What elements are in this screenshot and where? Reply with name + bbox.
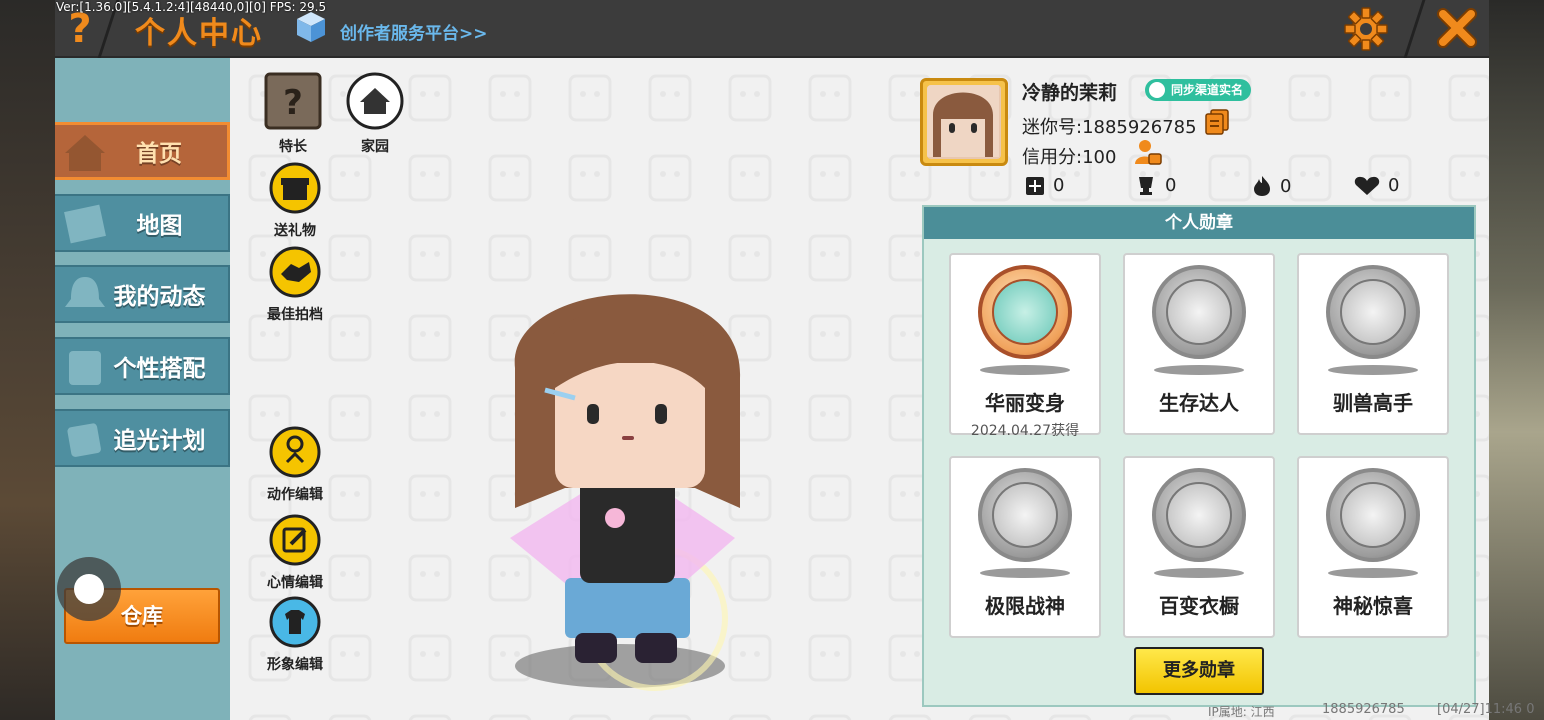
mood-edit-button[interactable]: 心情编辑	[260, 514, 330, 592]
stat-friends: 0	[1025, 175, 1064, 196]
house-icon	[346, 72, 404, 130]
image-edit-button[interactable]: 形象编辑	[260, 596, 330, 674]
realname-badge[interactable]: 同步渠道实名	[1145, 79, 1252, 101]
credit-score: 信用分:100	[1022, 147, 1117, 168]
stat-value: 0	[1053, 175, 1065, 196]
avatar[interactable]	[920, 78, 1008, 166]
tool-label: 最佳拍档	[267, 307, 323, 323]
tool-label: 送礼物	[274, 223, 316, 239]
gift-icon	[269, 162, 321, 214]
fire-icon	[1254, 176, 1270, 196]
creator-platform-link[interactable]: 创作者服务平台>>	[340, 19, 488, 44]
medal-date: 2024.04.27获得	[970, 423, 1080, 439]
action-icon	[269, 426, 321, 478]
medal-card[interactable]: 生存达人	[1123, 253, 1275, 435]
horse-medal-icon	[1326, 265, 1420, 359]
sidebar-item-activity[interactable]: 我的动态	[55, 265, 230, 323]
medal-panel-title: 个人勋章	[924, 207, 1474, 239]
cube-icon	[297, 12, 325, 42]
medal-name: 生存达人	[1159, 391, 1239, 415]
best-partner-button[interactable]: 最佳拍档	[260, 246, 330, 324]
question-block-icon: ?	[264, 72, 322, 130]
tool-label: 特长	[279, 139, 307, 155]
campfire-medal-icon	[1152, 265, 1246, 359]
boss-medal-icon	[978, 468, 1072, 562]
person-icon	[1149, 82, 1165, 98]
tool-label: 家园	[361, 139, 389, 155]
medal-name: 华丽变身	[985, 391, 1065, 415]
tool-label: 动作编辑	[267, 487, 323, 503]
sidebar-item-plan[interactable]: 追光计划	[55, 409, 230, 467]
medal-name: 驯兽高手	[1333, 391, 1413, 415]
player-avatar-3d[interactable]	[495, 278, 765, 698]
realname-badge-label: 同步渠道实名	[1171, 83, 1244, 97]
send-gift-button[interactable]: 送礼物	[260, 162, 330, 240]
medal-card[interactable]: 驯兽高手	[1297, 253, 1449, 435]
tool-label: 心情编辑	[267, 575, 323, 591]
wardrobe-medal-icon	[1152, 468, 1246, 562]
more-medals-button[interactable]: 更多勋章	[1134, 647, 1264, 695]
sidebar-item-map[interactable]: 地图	[55, 194, 230, 252]
game-world-backdrop-right	[1488, 0, 1544, 720]
footer-user-id: 1885926785	[1322, 702, 1405, 717]
debug-info: Ver:[1.36.0][5.4.1.2:4][48440,0][0] FPS:…	[56, 0, 327, 14]
sidebar-item-label: 首页	[136, 141, 182, 167]
sidebar-item-outfit[interactable]: 个性搭配	[55, 337, 230, 395]
copy-icon[interactable]	[1205, 109, 1229, 135]
medal-card[interactable]: 华丽变身 2024.04.27获得	[949, 253, 1101, 439]
page-title: 个人中心	[135, 16, 263, 51]
sidebar-item-label: 我的动态	[113, 284, 206, 310]
close-icon[interactable]	[1433, 4, 1481, 52]
sidebar-item-home[interactable]: 首页	[55, 122, 230, 180]
stat-value: 0	[1388, 175, 1400, 196]
stat-trophy: 0	[1135, 175, 1176, 196]
divider	[1403, 0, 1426, 58]
trophy-icon	[1139, 176, 1153, 195]
stat-likes: 0	[1354, 175, 1399, 196]
medal-card[interactable]: 百变衣橱	[1123, 456, 1275, 638]
add-friend-icon	[1026, 176, 1044, 195]
gear-icon[interactable]	[1343, 6, 1389, 52]
credit-icon[interactable]	[1133, 138, 1163, 166]
medal-name: 百变衣橱	[1159, 594, 1239, 618]
action-edit-button[interactable]: 动作编辑	[260, 426, 330, 504]
handshake-icon	[269, 246, 321, 298]
sidebar-item-label: 个性搭配	[113, 356, 206, 382]
floating-assistive-ball[interactable]	[57, 557, 121, 621]
medal-name: 极限战神	[985, 594, 1065, 618]
dinosaur-medal-icon	[978, 265, 1072, 359]
footer-timestamp: [04/27]11:46 0	[1437, 702, 1535, 717]
tool-label: 形象编辑	[267, 657, 323, 673]
stat-popularity: 0	[1252, 175, 1291, 197]
sidebar-item-label: 追光计划	[113, 428, 206, 454]
svg-text:?: ?	[283, 83, 303, 123]
sidebar-item-label: 地图	[136, 213, 183, 239]
stat-value: 0	[1165, 175, 1177, 196]
sidebar: 首页 地图 我的动态 个性搭配 追光计划 仓库	[55, 58, 230, 720]
ip-location: IP属地: 江西	[1208, 705, 1275, 719]
outfit-icon	[269, 596, 321, 648]
avatar-image	[927, 85, 999, 157]
mini-id: 迷你号:1885926785	[1022, 117, 1197, 138]
gift-box-medal-icon	[1326, 468, 1420, 562]
medal-card[interactable]: 神秘惊喜	[1297, 456, 1449, 638]
main-panel: ? 特长 家园 送礼物 最佳拍档 动作编辑 心情编辑 形象编辑 冷静的茉莉 同步…	[230, 58, 1489, 720]
username: 冷静的茉莉	[1022, 82, 1118, 104]
medal-card[interactable]: 极限战神	[949, 456, 1101, 638]
home-button[interactable]: 家园	[340, 72, 410, 156]
medal-name: 神秘惊喜	[1333, 594, 1413, 618]
specialty-button[interactable]: ? 特长	[258, 72, 328, 156]
stat-value: 0	[1280, 175, 1292, 197]
medal-panel: 个人勋章 华丽变身 2024.04.27获得 生存达人 驯兽高手 极限战神 百变…	[922, 205, 1476, 707]
game-world-backdrop-left	[0, 0, 55, 720]
edit-icon	[269, 514, 321, 566]
heart-icon	[1354, 176, 1380, 195]
